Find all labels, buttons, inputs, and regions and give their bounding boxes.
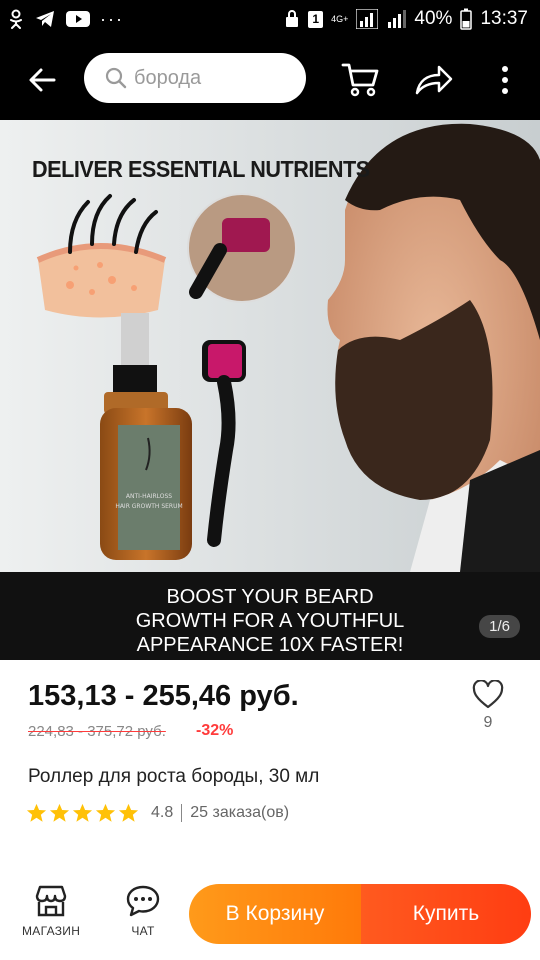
star-icon bbox=[26, 803, 47, 822]
status-bar: ··· 1 4G+ 40% 13:37 bbox=[0, 0, 540, 38]
share-button[interactable] bbox=[410, 58, 456, 102]
top-app-bar bbox=[0, 38, 540, 120]
rating-value: 4.8 bbox=[151, 804, 174, 821]
image-caption-line-1: BOOST YOUR BEARD bbox=[166, 586, 374, 608]
favorite-button[interactable]: 9 bbox=[468, 680, 508, 740]
battery-icon bbox=[460, 8, 473, 30]
search-icon bbox=[105, 67, 127, 89]
heart-icon bbox=[472, 680, 504, 709]
buy-now-button[interactable]: Купить bbox=[361, 884, 531, 944]
rating-stars bbox=[26, 803, 139, 823]
cart-icon bbox=[341, 63, 379, 97]
more-notifications-icon: ··· bbox=[100, 8, 124, 29]
star-icon bbox=[72, 803, 93, 822]
product-photo: ANTI-HAIRLOSS HAIR GROWTH SERUM bbox=[0, 120, 540, 660]
back-arrow-icon bbox=[29, 68, 56, 92]
image-caption-line-3: APPEARANCE 10X FASTER! bbox=[136, 634, 404, 656]
discount-badge: -32% bbox=[196, 722, 234, 739]
bottle-label-2: HAIR GROWTH SERUM bbox=[115, 503, 182, 510]
vibration-lock-icon bbox=[284, 9, 300, 29]
back-button[interactable] bbox=[22, 60, 62, 100]
battery-percent: 40% bbox=[414, 8, 453, 29]
signal-icon bbox=[356, 9, 379, 29]
favorites-count: 9 bbox=[483, 714, 493, 731]
star-icon bbox=[49, 803, 70, 822]
odnoklassniki-icon bbox=[8, 9, 24, 29]
bottle-label-1: ANTI-HAIRLOSS bbox=[126, 493, 172, 500]
search-bar[interactable] bbox=[84, 53, 306, 103]
store-label: МАГАЗИН bbox=[22, 924, 81, 938]
chat-label: ЧАТ bbox=[131, 924, 155, 938]
chat-button[interactable]: ЧАТ bbox=[125, 884, 161, 938]
search-input[interactable] bbox=[134, 66, 304, 90]
network-type: 4G+ bbox=[331, 13, 349, 24]
product-title: Роллер для роста бороды, 30 мл bbox=[28, 766, 320, 787]
store-button[interactable]: МАГАЗИН bbox=[22, 884, 80, 938]
star-icon bbox=[95, 803, 116, 822]
price: 153,13 - 255,46 руб. bbox=[28, 680, 299, 712]
old-price: 224,83 - 375,72 руб. bbox=[28, 723, 166, 740]
image-counter: 1/6 bbox=[479, 615, 520, 638]
store-icon bbox=[35, 885, 67, 917]
more-button[interactable] bbox=[482, 58, 528, 102]
product-image-carousel[interactable]: ANTI-HAIRLOSS HAIR GROWTH SERUM DELIVER … bbox=[0, 120, 540, 660]
more-vertical-icon bbox=[502, 66, 508, 94]
signal-icon-2 bbox=[386, 9, 407, 29]
telegram-icon bbox=[34, 9, 56, 29]
rating-row[interactable]: 4.8 25 заказа(ов) bbox=[26, 803, 289, 823]
cart-button[interactable] bbox=[338, 58, 384, 102]
add-to-cart-button[interactable]: В Корзину bbox=[189, 884, 361, 944]
clock: 13:37 bbox=[480, 8, 528, 29]
chat-icon bbox=[126, 885, 160, 917]
divider bbox=[181, 804, 183, 822]
image-headline: DELIVER ESSENTIAL NUTRIENTS bbox=[32, 156, 370, 182]
image-caption-line-2: GROWTH FOR A YOUTHFUL bbox=[135, 610, 405, 632]
bottom-action-bar: МАГАЗИН ЧАТ В Корзину Купить bbox=[0, 870, 540, 960]
sim-badge: 1 bbox=[308, 10, 324, 28]
share-icon bbox=[415, 65, 453, 95]
orders-count: 25 заказа(ов) bbox=[190, 804, 290, 821]
star-icon bbox=[118, 803, 139, 822]
youtube-icon bbox=[66, 10, 90, 28]
